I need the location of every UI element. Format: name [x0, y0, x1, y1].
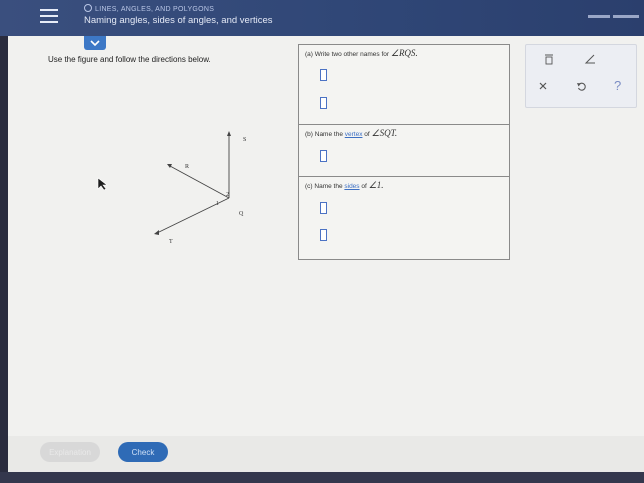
menu-icon[interactable] — [40, 9, 60, 25]
instructions: Use the figure and follow the directions… — [48, 55, 211, 64]
answer-input-c1[interactable] — [320, 202, 327, 214]
clear-icon[interactable] — [538, 81, 548, 91]
collapse-button[interactable] — [84, 36, 106, 50]
label-angle-2: 2 — [226, 192, 229, 198]
undo-icon[interactable] — [576, 81, 587, 92]
arrowhead-t — [154, 230, 159, 235]
part-c: (c) Name the sides of ∠1. — [299, 177, 509, 259]
mouse-cursor-icon — [97, 177, 109, 196]
label-r: R — [185, 164, 189, 170]
explanation-button[interactable]: Explanation — [40, 442, 100, 462]
bottom-strip — [0, 472, 644, 483]
answer-input-b[interactable] — [320, 150, 327, 162]
vertex-link[interactable]: vertex — [345, 131, 363, 138]
answer-table: (a) Write two other names for ∠RQS. (b) … — [298, 44, 510, 260]
page-title: Naming angles, sides of angles, and vert… — [84, 15, 273, 26]
circle-icon — [84, 4, 92, 12]
progress-segment — [588, 15, 610, 18]
help-icon[interactable]: ? — [614, 78, 621, 93]
label-s: S — [243, 137, 246, 143]
part-b-prompt: (b) Name the vertex of ∠SQT. — [305, 128, 398, 138]
progress-segment — [613, 15, 639, 18]
part-a: (a) Write two other names for ∠RQS. — [299, 45, 509, 125]
breadcrumb-text: LINES, ANGLES, AND POLYGONS — [95, 6, 215, 13]
arrowhead-r — [167, 164, 172, 168]
header: LINES, ANGLES, AND POLYGONS Naming angle… — [0, 0, 644, 36]
part-a-prompt: (a) Write two other names for ∠RQS. — [305, 48, 418, 58]
answer-input-a2[interactable] — [320, 97, 327, 109]
label-t: T — [169, 239, 173, 245]
ray-qr — [169, 165, 230, 199]
answer-input-a1[interactable] — [320, 69, 327, 81]
fraction-bar-icon[interactable] — [544, 53, 554, 65]
part-b: (b) Name the vertex of ∠SQT. — [299, 125, 509, 177]
sides-link[interactable]: sides — [344, 183, 359, 190]
angle-icon[interactable] — [584, 54, 596, 64]
tool-palette: ? — [525, 44, 637, 108]
check-button[interactable]: Check — [118, 442, 168, 462]
chevron-down-icon — [90, 40, 100, 47]
label-q: Q — [239, 211, 244, 217]
footer: Explanation Check — [8, 436, 644, 472]
breadcrumb: LINES, ANGLES, AND POLYGONS — [84, 4, 214, 13]
arrowhead-s — [227, 131, 231, 136]
part-c-prompt: (c) Name the sides of ∠1. — [305, 180, 384, 190]
answer-input-c2[interactable] — [320, 229, 327, 241]
angle-figure: S R T Q 2 1 — [154, 131, 246, 245]
label-angle-1: 1 — [216, 201, 219, 207]
